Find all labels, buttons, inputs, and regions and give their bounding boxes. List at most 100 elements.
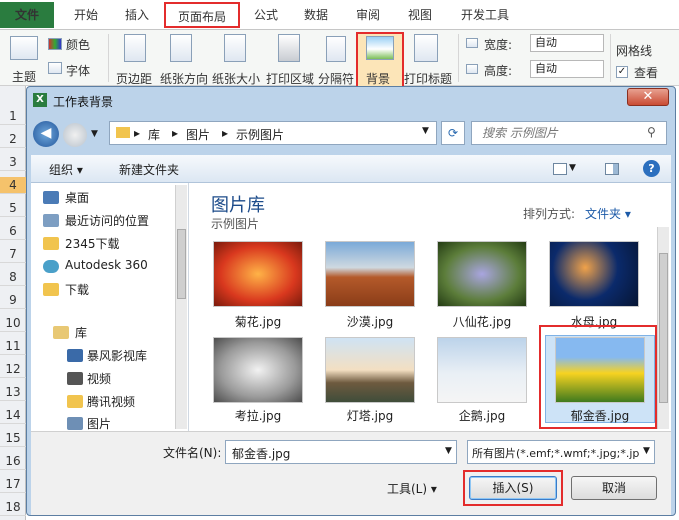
tab-view[interactable]: 视图	[398, 2, 442, 28]
row-header[interactable]: 16	[0, 453, 26, 470]
file-name-label[interactable]: 八仙花.jpg	[427, 313, 537, 330]
print-titles-button[interactable]: 打印标题	[404, 70, 452, 87]
nav-downloads[interactable]: 下载	[65, 281, 89, 298]
row-header[interactable]: 7	[0, 246, 26, 263]
file-name-label[interactable]: 考拉.jpg	[203, 407, 313, 424]
nav-desktop[interactable]: 桌面	[65, 189, 89, 206]
row-header[interactable]: 12	[0, 361, 26, 378]
nav-pictures[interactable]: 图片	[87, 415, 111, 432]
file-name-label[interactable]: 灯塔.jpg	[315, 407, 425, 424]
row-header[interactable]: 3	[0, 154, 26, 171]
row-header[interactable]: 14	[0, 407, 26, 424]
orientation-button[interactable]: 纸张方向	[160, 70, 208, 87]
breaks-icon[interactable]	[326, 36, 346, 62]
printer-icon[interactable]	[278, 34, 300, 62]
nav-recent-places[interactable]: 最近访问的位置	[65, 212, 149, 229]
margins-icon[interactable]	[124, 34, 146, 62]
tools-button[interactable]: 工具(L) ▾	[387, 480, 437, 497]
file-type-filter[interactable]: 所有图片(*.emf;*.wmf;*.jpg;*.jp	[467, 440, 655, 464]
size-icon[interactable]	[224, 34, 246, 62]
fonts-button[interactable]: 字体	[66, 62, 90, 79]
tab-data[interactable]: 数据	[294, 2, 338, 28]
content-scrollbar[interactable]	[657, 227, 669, 429]
row-header[interactable]: 15	[0, 430, 26, 447]
row-header[interactable]: 1	[0, 108, 26, 125]
thumbnail-penguins[interactable]	[437, 337, 527, 403]
row-header[interactable]: 5	[0, 200, 26, 217]
search-input[interactable]: 搜索 示例图片	[471, 121, 667, 145]
row-header[interactable]: 10	[0, 315, 26, 332]
margins-button[interactable]: 页边距	[116, 70, 152, 87]
thumbnail-desert[interactable]	[325, 241, 415, 307]
help-icon[interactable]: ?	[643, 160, 660, 177]
print-titles-icon[interactable]	[414, 34, 438, 62]
sort-dropdown[interactable]: 文件夹 ▾	[585, 205, 631, 222]
address-bar[interactable]: ▸ 库 ▸ 图片 ▸ 示例图片 ▼	[109, 121, 437, 145]
breadcrumb-pictures[interactable]: 图片	[186, 126, 210, 143]
tab-home[interactable]: 开始	[62, 2, 110, 28]
row-header[interactable]: 9	[0, 292, 26, 309]
size-button[interactable]: 纸张大小	[212, 70, 260, 87]
nav-autodesk-360[interactable]: Autodesk 360	[65, 258, 148, 272]
width-select[interactable]: 自动	[530, 34, 604, 52]
forward-button[interactable]	[63, 123, 87, 147]
print-area-button[interactable]: 打印区域	[266, 70, 314, 87]
thumbnail-jellyfish[interactable]	[549, 241, 639, 307]
filter-dropdown-icon[interactable]: ▼	[643, 446, 650, 456]
thumbnail-hydrangea[interactable]	[437, 241, 527, 307]
address-dropdown-icon[interactable]: ▼	[422, 126, 429, 136]
new-folder-button[interactable]: 新建文件夹	[119, 161, 179, 178]
tulips-highlight-box	[539, 325, 657, 429]
filename-dropdown-icon[interactable]: ▼	[445, 446, 452, 456]
nav-2345-download[interactable]: 2345下载	[65, 235, 120, 252]
row-header[interactable]: 2	[0, 131, 26, 148]
row-header[interactable]: 18	[0, 499, 26, 516]
background-button[interactable]: 背景	[356, 32, 404, 88]
content-scrollbar-thumb[interactable]	[659, 253, 668, 403]
filename-input[interactable]: 郁金香.jpg	[225, 440, 457, 464]
preview-pane-icon[interactable]	[605, 163, 619, 175]
view-mode-icon[interactable]	[553, 163, 567, 175]
nav-scrollbar-thumb[interactable]	[177, 229, 186, 299]
tab-page-layout[interactable]: 页面布局	[164, 2, 240, 28]
row-header[interactable]: 6	[0, 223, 26, 240]
nav-tencent-video[interactable]: 腾讯视频	[87, 393, 135, 410]
cancel-button[interactable]: 取消	[571, 476, 657, 500]
nav-scrollbar[interactable]	[175, 185, 187, 429]
breadcrumb-separator: ▸	[172, 126, 179, 140]
history-chevron-icon[interactable]: ▼	[91, 129, 98, 139]
nav-baofeng-library[interactable]: 暴风影视库	[87, 347, 147, 364]
nav-videos[interactable]: 视频	[87, 370, 111, 387]
back-button[interactable]: ◀	[33, 121, 59, 147]
gridlines-view-checkbox[interactable]: ✓	[616, 66, 628, 78]
row-header[interactable]: 13	[0, 384, 26, 401]
organize-button[interactable]: 组织 ▾	[49, 161, 83, 178]
close-button[interactable]: ✕	[627, 88, 669, 106]
tab-insert[interactable]: 插入	[114, 2, 160, 28]
refresh-icon[interactable]: ⟳	[441, 121, 465, 145]
nav-libraries[interactable]: 库	[75, 324, 87, 341]
file-name-label[interactable]: 菊花.jpg	[203, 313, 313, 330]
row-header[interactable]: 4	[0, 177, 26, 194]
orientation-icon[interactable]	[170, 34, 192, 62]
tab-developer[interactable]: 开发工具	[452, 2, 518, 28]
view-chevron-icon[interactable]: ▼	[569, 163, 576, 173]
row-header[interactable]: 8	[0, 269, 26, 286]
theme-icon[interactable]	[10, 36, 38, 60]
row-header[interactable]: 17	[0, 476, 26, 493]
row-header[interactable]: 11	[0, 338, 26, 355]
file-name-label[interactable]: 企鹅.jpg	[427, 407, 537, 424]
file-name-label[interactable]: 沙漠.jpg	[315, 313, 425, 330]
tab-formulas[interactable]: 公式	[244, 2, 288, 28]
breadcrumb-library[interactable]: 库	[148, 126, 160, 143]
tab-file[interactable]: 文件	[0, 2, 54, 28]
theme-button-label[interactable]: 主题	[12, 68, 36, 85]
thumbnail-koala[interactable]	[213, 337, 303, 403]
tab-review[interactable]: 审阅	[346, 2, 390, 28]
breadcrumb-sample-pictures[interactable]: 示例图片	[236, 126, 284, 143]
thumbnail-chrysanthemum[interactable]	[213, 241, 303, 307]
height-select[interactable]: 自动	[530, 60, 604, 78]
colors-button[interactable]: 颜色	[66, 36, 90, 53]
thumbnail-lighthouse[interactable]	[325, 337, 415, 403]
breaks-button[interactable]: 分隔符	[318, 70, 354, 87]
